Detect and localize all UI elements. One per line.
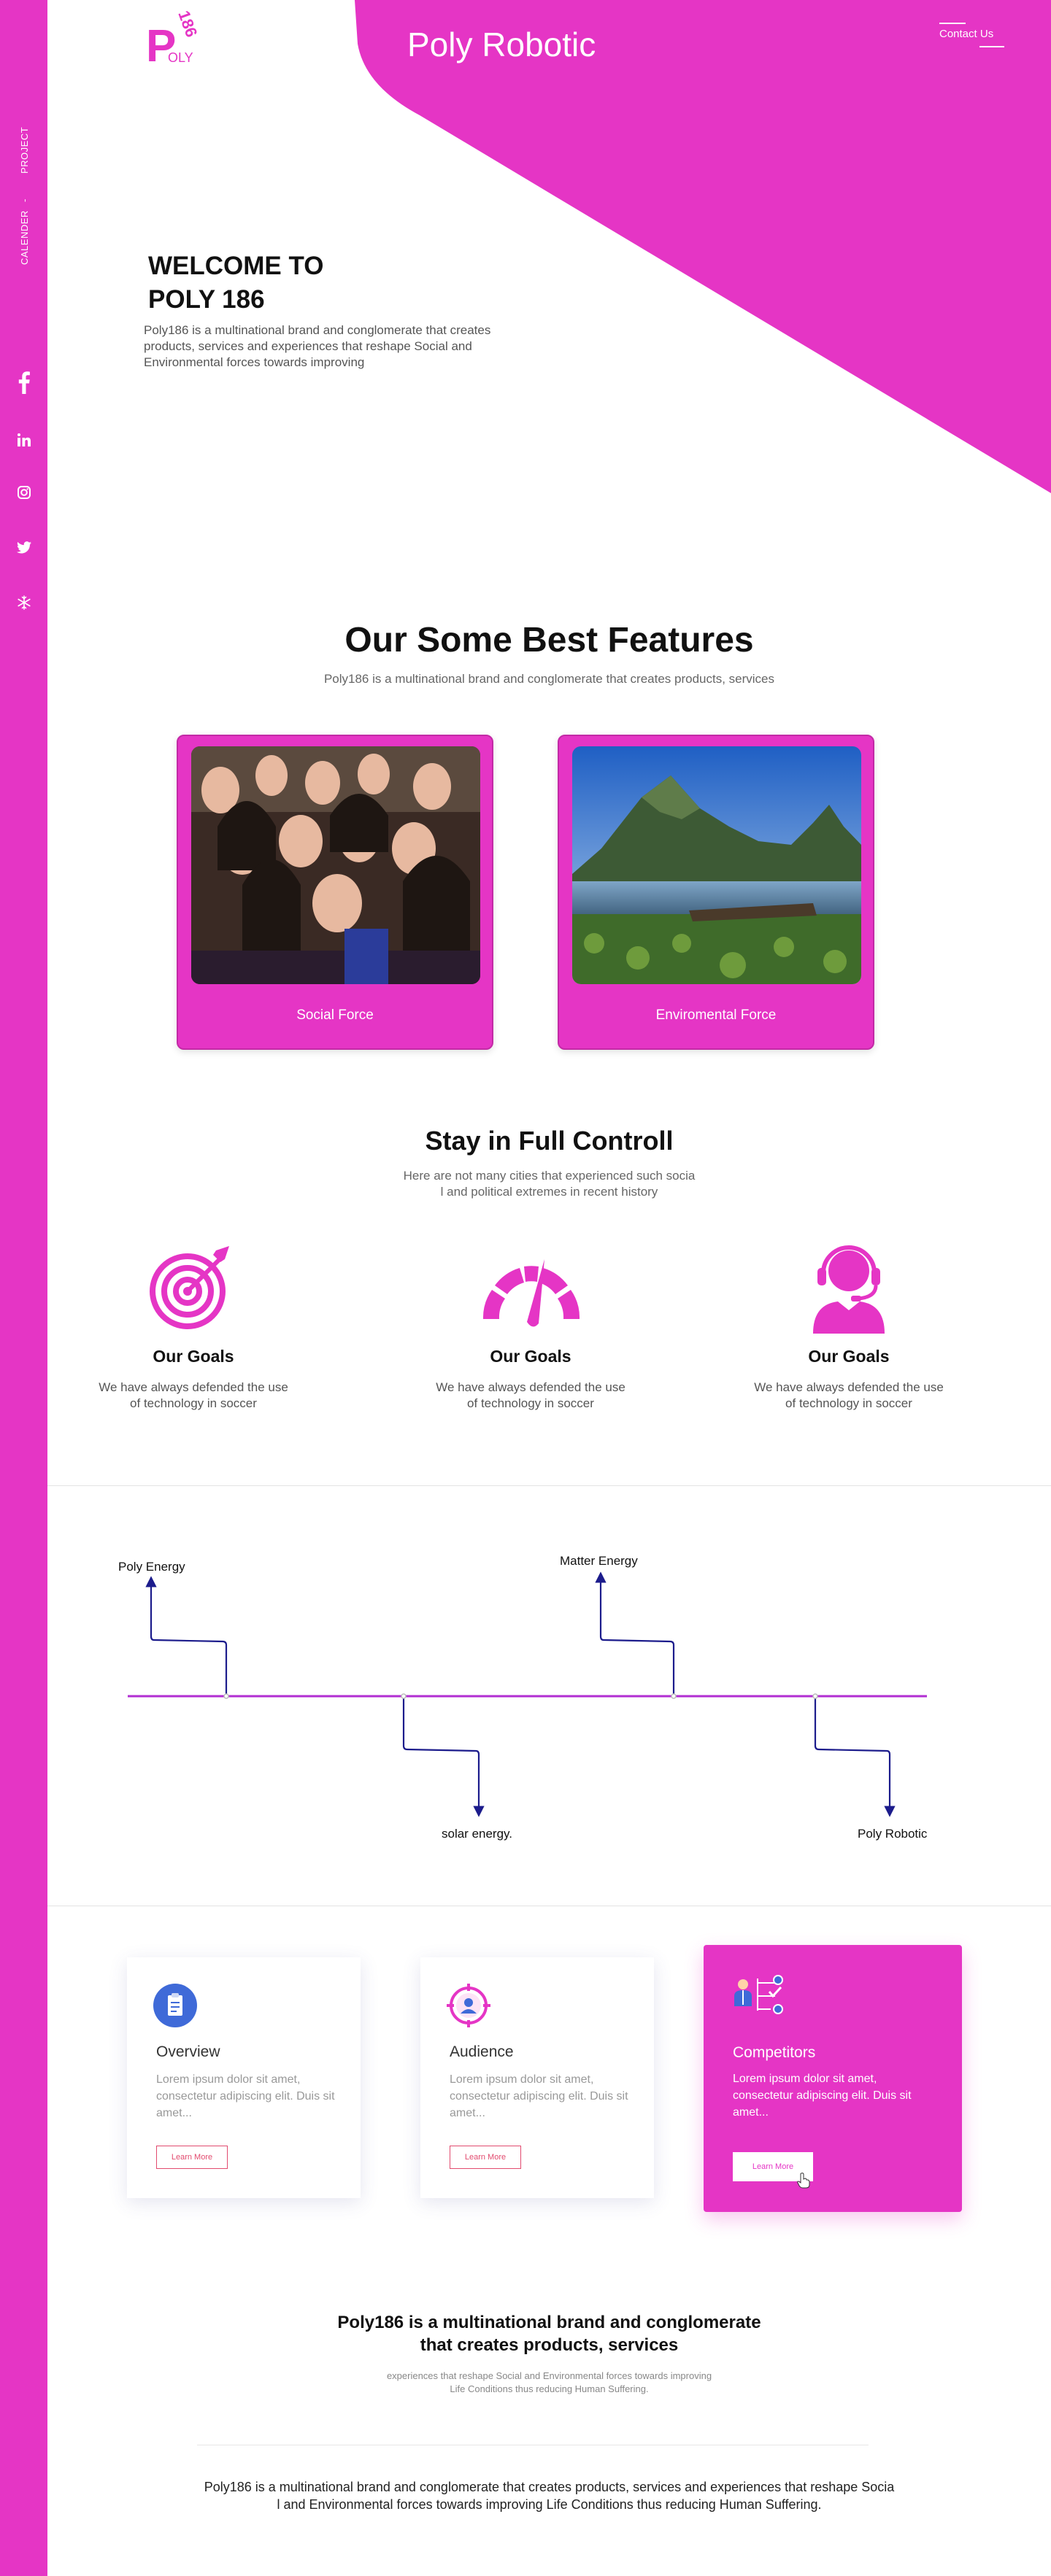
- features-subtitle: Poly186 is a multinational brand and con…: [323, 672, 775, 686]
- footer-title: Poly186 is a multinational brand and con…: [47, 2311, 1051, 2356]
- sidebar-nav: PROJECT - CALENDER: [16, 127, 34, 274]
- footer-title-line: that creates products, services: [420, 2335, 679, 2355]
- control-subtitle-line: l and political extremes in recent histo…: [440, 1185, 658, 1199]
- hero-title-line: POLY 186: [148, 285, 265, 314]
- sidebar-item-project[interactable]: PROJECT: [19, 127, 30, 174]
- service-card-audience[interactable]: Audience Lorem ipsum dolor sit amet, con…: [420, 1957, 654, 2198]
- goal-description-line: We have always defended the use: [754, 1380, 944, 1394]
- contact-decoration-line: [979, 46, 1004, 47]
- control-title: Stay in Full Controll: [425, 1126, 674, 1156]
- goal-description: We have always defended the use of techn…: [421, 1380, 640, 1412]
- timeline-connector-solar-energy: [402, 1696, 485, 1817]
- service-title: Audience: [450, 2043, 514, 2060]
- group-selfie-photo: [191, 746, 480, 984]
- target-icon: [139, 1240, 248, 1335]
- footer-text: Poly186 is a multinational brand and con…: [47, 2478, 1051, 2513]
- learn-more-button[interactable]: Learn More: [450, 2146, 521, 2169]
- contact-decoration-line: [939, 23, 966, 24]
- control-subtitle-line: Here are not many cities that experience…: [403, 1169, 696, 1183]
- snowflake-icon[interactable]: [0, 595, 47, 610]
- goal-title: Our Goals: [153, 1347, 234, 1366]
- speedometer-icon: [476, 1240, 585, 1335]
- sidebar-item-calender[interactable]: CALENDER: [19, 210, 30, 265]
- goal-description-line: We have always defended the use: [99, 1380, 288, 1394]
- service-title: Competitors: [733, 2044, 816, 2061]
- goal-description-line: We have always defended the use: [436, 1380, 625, 1394]
- hero-title: WELCOME TO POLY 186: [148, 250, 323, 317]
- timeline-node: [223, 1693, 229, 1699]
- goal-description-line: of technology in soccer: [467, 1396, 594, 1410]
- footer-subtitle: experiences that reshape Social and Envi…: [47, 2370, 1051, 2396]
- hand-cursor-icon: [797, 2173, 810, 2189]
- feature-card-social[interactable]: Social Force: [177, 735, 493, 1050]
- hero-description: Poly186 is a multinational brand and con…: [144, 323, 491, 369]
- goal-item: Our Goals We have always defended the us…: [739, 1240, 958, 1412]
- linkedin-icon[interactable]: [0, 433, 47, 446]
- footer-subtitle-line: experiences that reshape Social and Envi…: [386, 2370, 712, 2381]
- features-title: Our Some Best Features: [344, 621, 754, 660]
- goal-description-line: of technology in soccer: [785, 1396, 912, 1410]
- timeline: Poly Energy solar energy. Matter Energy …: [47, 1488, 1051, 1897]
- audience-target-icon: [447, 1984, 490, 2027]
- timeline-label-poly-energy: Poly Energy: [118, 1560, 185, 1574]
- timeline-node: [812, 1693, 818, 1699]
- goal-description-line: of technology in soccer: [130, 1396, 257, 1410]
- poly186-logo[interactable]: P OLY 186: [146, 6, 204, 71]
- goal-item: Our Goals We have always defended the us…: [421, 1240, 640, 1412]
- timeline-node: [671, 1693, 677, 1699]
- service-card-competitors[interactable]: Competitors Lorem ipsum dolor sit amet, …: [704, 1945, 962, 2212]
- footer-text-line: l and Environmental forces towards impro…: [277, 2497, 822, 2512]
- goal-description: We have always defended the use of techn…: [84, 1380, 303, 1412]
- service-title: Overview: [156, 2043, 220, 2060]
- goal-description: We have always defended the use of techn…: [739, 1380, 958, 1412]
- service-card-overview[interactable]: Overview Lorem ipsum dolor sit amet, con…: [127, 1957, 361, 2198]
- sidebar: PROJECT - CALENDER: [0, 0, 47, 2576]
- goal-title: Our Goals: [808, 1347, 890, 1366]
- competitors-checklist-icon: [733, 1973, 783, 2016]
- service-description: Lorem ipsum dolor sit amet, consectetur …: [733, 2073, 912, 2119]
- footer-title-line: Poly186 is a multinational brand and con…: [337, 2313, 761, 2332]
- footer-text-line: Poly186 is a multinational brand and con…: [204, 2480, 895, 2494]
- svg-text:186: 186: [174, 8, 201, 39]
- service-description: Lorem ipsum dolor sit amet, consectetur …: [156, 2073, 335, 2119]
- timeline-label-matter-energy: Matter Energy: [560, 1554, 638, 1568]
- feature-card-label: Social Force: [296, 1007, 374, 1023]
- footer-subtitle-line: Life Conditions thus reducing Human Suff…: [450, 2383, 649, 2394]
- clipboard-icon: [153, 1984, 197, 2027]
- sidebar-nav-separator: -: [19, 198, 30, 202]
- service-description: Lorem ipsum dolor sit amet, consectetur …: [450, 2073, 628, 2119]
- contact-us-link[interactable]: Contact Us: [939, 28, 993, 40]
- goal-item: Our Goals We have always defended the us…: [84, 1240, 303, 1412]
- timeline-connector-matter-energy: [595, 1571, 675, 1696]
- mountain-lake-photo: [572, 746, 861, 984]
- twitter-icon[interactable]: [0, 541, 47, 554]
- goal-title: Our Goals: [490, 1347, 571, 1366]
- instagram-icon[interactable]: [0, 486, 47, 499]
- learn-more-button[interactable]: Learn More: [156, 2146, 228, 2169]
- timeline-label-solar-energy: solar energy.: [442, 1827, 513, 1841]
- headset-support-icon: [794, 1240, 904, 1335]
- timeline-node: [401, 1693, 407, 1699]
- section-divider: [47, 1485, 1051, 1486]
- svg-text:OLY: OLY: [168, 50, 193, 65]
- timeline-label-poly-robotic: Poly Robotic: [858, 1827, 928, 1841]
- timeline-connector-poly-robotic: [814, 1696, 896, 1817]
- feature-card-environmental[interactable]: Enviromental Force: [558, 735, 874, 1050]
- facebook-icon[interactable]: [0, 371, 47, 394]
- feature-card-label: Enviromental Force: [655, 1007, 777, 1023]
- hero-title-line: WELCOME TO: [148, 252, 324, 280]
- site-title: Poly Robotic: [407, 26, 596, 63]
- control-subtitle: Here are not many cities that experience…: [47, 1168, 1051, 1200]
- timeline-connector-poly-energy: [145, 1576, 228, 1696]
